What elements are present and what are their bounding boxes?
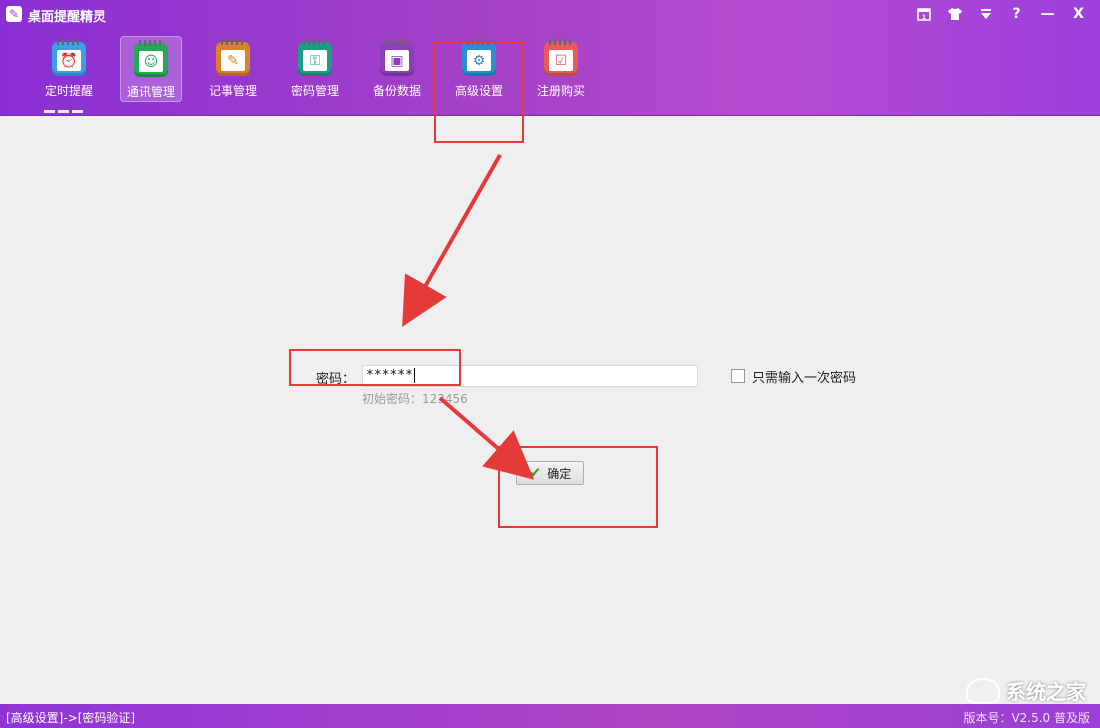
toolbar-item-label: 备份数据 xyxy=(372,84,421,98)
minimize-button[interactable]: — xyxy=(1032,2,1063,26)
notepad-icon: ✎ xyxy=(216,39,250,76)
active-indicator xyxy=(44,110,84,113)
toolbar-item-2[interactable]: ✎ 记事管理 xyxy=(192,36,274,102)
initial-password-hint: 初始密码：123456 xyxy=(362,392,468,406)
confirm-button[interactable]: ✔ 确定 xyxy=(516,461,584,485)
skin-icon[interactable] xyxy=(939,2,970,26)
calendar-icon[interactable]: 1 xyxy=(908,2,939,26)
password-once-label[interactable]: 只需输入一次密码 xyxy=(752,367,856,386)
toolbar-item-label: 通讯管理 xyxy=(126,85,175,99)
alarm-clock-icon: ⏰ xyxy=(52,39,86,76)
password-input[interactable]: ****** xyxy=(362,365,698,387)
app-title: 桌面提醒精灵 xyxy=(28,10,107,25)
password-icon: ⚿ xyxy=(298,39,332,76)
toolbar-item-label: 高级设置 xyxy=(454,84,503,98)
backup-icon: ▣ xyxy=(380,39,414,76)
toolbar-item-0[interactable]: ⏰ 定时提醒 xyxy=(28,36,110,113)
svg-text:1: 1 xyxy=(921,14,925,21)
password-label: 密码： xyxy=(316,372,356,387)
main-content xyxy=(0,116,1100,704)
app-logo-icon: ✎ xyxy=(6,6,22,22)
toolbar-item-6[interactable]: ☑ 注册购买 xyxy=(520,36,602,102)
help-button[interactable]: ? xyxy=(1001,2,1032,26)
menu-icon[interactable] xyxy=(970,2,1001,26)
toolbar-item-5[interactable]: ⚙ 高级设置 xyxy=(438,36,520,102)
toolbar-item-label: 定时提醒 xyxy=(44,84,93,98)
title-bar: ✎ 桌面提醒精灵 1 ? — X xyxy=(0,0,1100,30)
toolbar-item-1[interactable]: ☺ 通讯管理 xyxy=(120,36,182,102)
checkmark-icon: ✔ xyxy=(528,463,542,482)
main-toolbar: ⏰ 定时提醒 ☺ 通讯管理 ✎ 记事管理 ⚿ 密码管理 ▣ 备份数据 ⚙ 高级设置 ☑ 注册购买 xyxy=(28,36,602,113)
confirm-label: 确定 xyxy=(547,466,572,481)
watermark-logo-icon xyxy=(966,677,1000,704)
watermark-text: 系统之家 xyxy=(1006,680,1086,704)
toolbar-item-label: 记事管理 xyxy=(208,84,257,98)
toolbar-item-label: 注册购买 xyxy=(536,84,585,98)
status-bar: [高级设置]->[密码验证] 版本号：V2.5.0 普及版 xyxy=(0,704,1100,728)
toolbar-item-3[interactable]: ⚿ 密码管理 xyxy=(274,36,356,102)
status-breadcrumb: [高级设置]->[密码验证] xyxy=(6,711,136,725)
contacts-icon: ☺ xyxy=(134,40,168,77)
password-once-checkbox[interactable] xyxy=(731,369,745,383)
text-caret xyxy=(413,368,415,383)
password-value: ****** xyxy=(366,368,413,383)
watermark: 系统之家 xyxy=(966,676,1086,705)
toolbar-item-4[interactable]: ▣ 备份数据 xyxy=(356,36,438,102)
gear-icon: ⚙ xyxy=(462,39,496,76)
window-controls: 1 ? — X xyxy=(908,2,1094,26)
version-label: 版本号：V2.5.0 普及版 xyxy=(963,711,1090,725)
close-button[interactable]: X xyxy=(1063,2,1094,26)
cart-icon: ☑ xyxy=(544,39,578,76)
toolbar-item-label: 密码管理 xyxy=(290,84,339,98)
app-header: ✎ 桌面提醒精灵 1 ? — X ⏰ 定时提醒 ☺ 通讯管理 ✎ 记事管理 ⚿ 密码管理 ▣ 备份… xyxy=(0,0,1100,116)
